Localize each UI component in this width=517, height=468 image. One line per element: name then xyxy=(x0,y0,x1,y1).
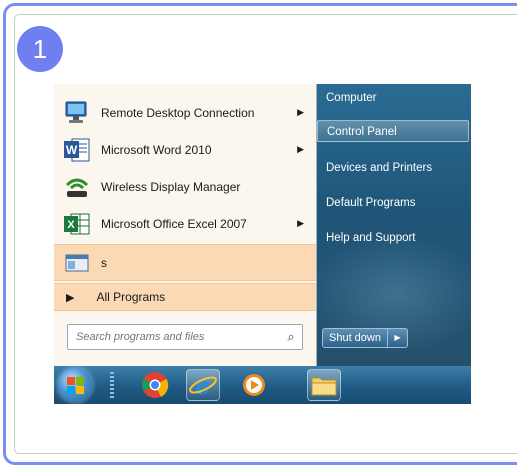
search-box[interactable]: ⌕ xyxy=(67,324,303,350)
right-item-devices-printers[interactable]: Devices and Printers xyxy=(317,157,469,179)
folder-icon xyxy=(308,377,340,404)
start-menu-screenshot: Remote Desktop Connection ▶ W Microsoft … xyxy=(54,84,471,404)
taskbar-explorer-button[interactable] xyxy=(307,369,341,401)
internet-explorer-icon: e xyxy=(187,371,219,404)
media-player-icon xyxy=(237,374,271,404)
step-number-badge: 1 xyxy=(17,26,63,72)
program-label: Microsoft Word 2010 xyxy=(101,142,212,157)
program-item-remote-desktop[interactable]: Remote Desktop Connection ▶ xyxy=(54,94,316,131)
right-item-control-panel[interactable]: Control Panel xyxy=(317,120,469,142)
program-item-wireless-display[interactable]: Wireless Display Manager xyxy=(54,168,316,205)
program-label: Microsoft Office Excel 2007 xyxy=(101,216,247,231)
taskbar-media-button[interactable] xyxy=(237,369,271,401)
start-menu-programs-pane: Remote Desktop Connection ▶ W Microsoft … xyxy=(54,84,317,366)
word-icon: W xyxy=(63,136,91,164)
right-item-help-support[interactable]: Help and Support xyxy=(317,227,469,249)
right-item-computer[interactable]: Computer xyxy=(317,87,469,109)
search-icon[interactable]: ⌕ xyxy=(280,329,302,345)
taskbar: e xyxy=(54,366,471,404)
start-orb-icon[interactable] xyxy=(58,368,92,402)
app-window-icon xyxy=(63,249,91,277)
taskbar-grip[interactable] xyxy=(110,372,114,398)
svg-text:e: e xyxy=(195,371,210,400)
program-label: Remote Desktop Connection xyxy=(101,105,255,120)
all-programs-label: All Programs xyxy=(96,290,166,304)
program-item-search-result[interactable]: s xyxy=(54,244,316,281)
submenu-arrow-icon: ▶ xyxy=(297,218,304,228)
all-programs-arrow-icon: ▶ xyxy=(66,291,75,304)
taskbar-chrome-button[interactable] xyxy=(138,369,172,401)
search-input[interactable] xyxy=(68,330,280,344)
shutdown-button[interactable]: Shut down xyxy=(322,328,388,348)
shutdown-options-button[interactable]: ▶ xyxy=(388,328,408,348)
remote-desktop-icon xyxy=(63,99,91,127)
program-item-word[interactable]: W Microsoft Word 2010 ▶ xyxy=(54,131,316,168)
right-item-default-programs[interactable]: Default Programs xyxy=(317,192,469,214)
program-label: Wireless Display Manager xyxy=(101,179,241,194)
taskbar-ie-button[interactable]: e xyxy=(186,369,220,401)
submenu-arrow-icon: ▶ xyxy=(297,144,304,154)
chrome-icon xyxy=(138,372,172,404)
program-label: s xyxy=(101,255,107,270)
svg-text:X: X xyxy=(67,219,75,231)
all-programs-item[interactable]: ▶ All Programs xyxy=(54,283,316,311)
program-item-excel[interactable]: X Microsoft Office Excel 2007 ▶ xyxy=(54,205,316,242)
wireless-display-icon xyxy=(63,173,91,201)
submenu-arrow-icon: ▶ xyxy=(297,107,304,117)
svg-text:W: W xyxy=(66,143,78,157)
excel-icon: X xyxy=(63,210,91,238)
